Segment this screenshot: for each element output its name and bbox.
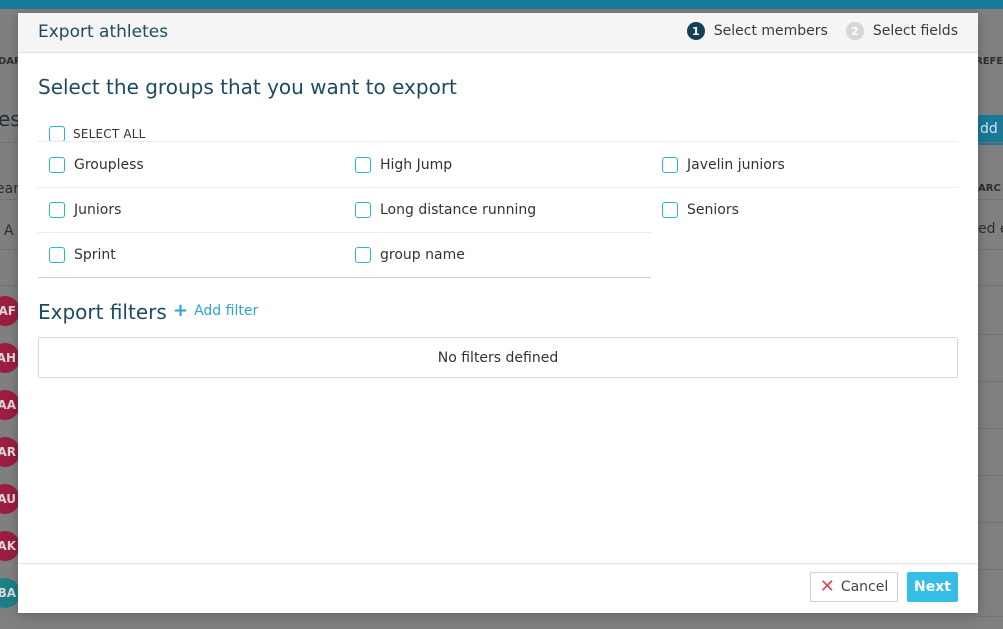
- step-number-badge: 1: [686, 22, 705, 40]
- next-button[interactable]: Next: [907, 572, 958, 602]
- modal-header: Export athletes 1 Select members 2 Selec…: [18, 13, 978, 53]
- checkbox-icon[interactable]: [662, 201, 678, 218]
- group-label: group name: [380, 246, 465, 263]
- export-athletes-modal: Export athletes 1 Select members 2 Selec…: [18, 13, 978, 613]
- group-label: Groupless: [74, 156, 144, 173]
- bg-selected-fragment: ed e: [978, 221, 1003, 237]
- bg-add-button: dd a: [978, 115, 1003, 145]
- group-label: Sprint: [74, 246, 116, 263]
- group-label: High Jump: [380, 156, 453, 173]
- checkbox-icon[interactable]: [49, 126, 65, 142]
- checkbox-icon[interactable]: [49, 201, 65, 218]
- step-label: Select members: [713, 23, 828, 39]
- group-checkbox-javelin-juniors[interactable]: Javelin juniors: [651, 142, 957, 187]
- select-all-label: SELECT ALL: [73, 127, 146, 141]
- step-number-badge: 2: [845, 22, 864, 40]
- app-top-bar: [0, 0, 1003, 9]
- filters-section-title: Export filters: [38, 300, 167, 324]
- checkbox-icon[interactable]: [662, 156, 678, 173]
- step-select-fields: 2 Select fields: [845, 22, 958, 40]
- checkbox-icon[interactable]: [49, 156, 65, 173]
- checkbox-icon[interactable]: [355, 201, 371, 218]
- group-checkbox-high-jump[interactable]: High Jump: [344, 142, 650, 187]
- group-label: Javelin juniors: [687, 156, 785, 173]
- group-label: Seniors: [687, 201, 739, 218]
- avatar: AK: [0, 531, 20, 561]
- group-checkbox-group-name[interactable]: group name: [344, 232, 650, 277]
- avatar: AH: [0, 343, 20, 373]
- group-checkbox-sprint[interactable]: Sprint: [38, 232, 344, 277]
- wizard-steps: 1 Select members 2 Select fields: [669, 22, 958, 40]
- bg-search-label-fragment: ARC: [978, 183, 1001, 194]
- checkbox-icon[interactable]: [355, 156, 371, 173]
- avatar: AF: [0, 296, 20, 326]
- group-checkbox-long-distance-running[interactable]: Long distance running: [344, 187, 650, 232]
- cancel-button[interactable]: ✕ Cancel: [810, 572, 898, 602]
- group-label: Long distance running: [380, 201, 537, 218]
- avatar: AR: [0, 437, 20, 467]
- modal-footer: ✕ Cancel Next: [18, 563, 978, 613]
- step-label: Select fields: [872, 23, 958, 39]
- close-icon: ✕: [819, 576, 835, 597]
- divider: [38, 277, 651, 278]
- checkbox-icon[interactable]: [355, 246, 371, 263]
- filters-empty-state: No filters defined: [38, 337, 958, 378]
- plus-icon: +: [173, 300, 189, 321]
- add-filter-link[interactable]: + Add filter: [173, 302, 258, 320]
- group-checkbox-groupless[interactable]: Groupless: [38, 142, 344, 187]
- bg-search-fragment: ear: [0, 181, 19, 197]
- bg-nav-label-preferences: REFE: [975, 56, 1003, 67]
- cancel-label: Cancel: [840, 579, 889, 595]
- modal-title: Export athletes: [38, 22, 169, 42]
- group-label: Juniors: [74, 201, 122, 218]
- group-checkbox-juniors[interactable]: Juniors: [38, 187, 344, 232]
- avatar: AA: [0, 390, 20, 420]
- bg-column-fragment: A: [4, 223, 14, 239]
- groups-section-title: Select the groups that you want to expor…: [38, 75, 457, 99]
- group-checkbox-seniors[interactable]: Seniors: [651, 187, 957, 232]
- step-select-members: 1 Select members: [686, 22, 828, 40]
- add-filter-label: Add filter: [194, 303, 259, 319]
- avatar: BA: [0, 578, 20, 608]
- checkbox-icon[interactable]: [49, 246, 65, 263]
- avatar: AU: [0, 484, 20, 514]
